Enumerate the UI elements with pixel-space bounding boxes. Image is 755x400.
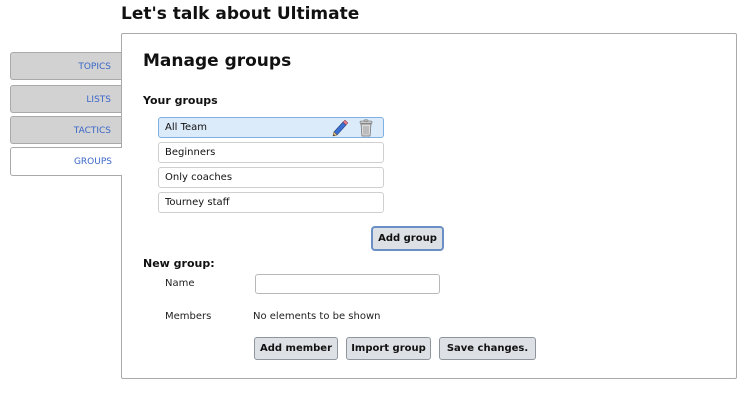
tab-tactics[interactable]: TACTICS	[10, 116, 121, 144]
name-label: Name	[165, 278, 195, 289]
group-row-all-team[interactable]: All Team	[158, 117, 384, 138]
group-row-tourney-staff[interactable]: Tourney staff	[158, 192, 384, 213]
group-row-beginners[interactable]: Beginners	[158, 142, 384, 163]
tab-groups[interactable]: GROUPS	[10, 147, 122, 176]
save-changes-button[interactable]: Save changes.	[439, 337, 536, 360]
app-title: Let's talk about Ultimate	[121, 4, 360, 24]
group-name: Only coaches	[165, 172, 233, 183]
group-name-input[interactable]	[255, 274, 440, 294]
your-groups-label: Your groups	[143, 94, 218, 107]
manage-groups-panel: Manage groups Your groups All Team Begin…	[121, 33, 737, 379]
row-actions	[326, 119, 375, 137]
members-label: Members	[165, 311, 212, 322]
group-name: Beginners	[165, 147, 216, 158]
add-group-button[interactable]: Add group	[372, 227, 443, 250]
new-group-label: New group:	[143, 257, 215, 270]
group-name: All Team	[165, 122, 208, 133]
trash-icon[interactable]	[357, 119, 375, 137]
group-row-only-coaches[interactable]: Only coaches	[158, 167, 384, 188]
tab-lists[interactable]: LISTS	[10, 85, 121, 113]
panel-title: Manage groups	[143, 51, 292, 71]
add-member-button[interactable]: Add member	[254, 337, 338, 360]
members-empty-message: No elements to be shown	[253, 311, 381, 322]
import-group-button[interactable]: Import group	[346, 337, 431, 360]
tab-topics[interactable]: TOPICS	[10, 52, 121, 80]
group-name: Tourney staff	[165, 197, 230, 208]
pencil-icon[interactable]	[331, 119, 349, 137]
